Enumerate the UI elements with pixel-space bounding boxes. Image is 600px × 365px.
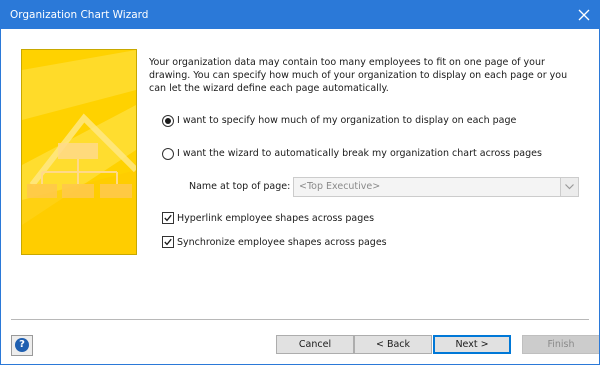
cancel-button[interactable]: Cancel bbox=[276, 335, 354, 354]
checkbox-hyperlink-label: Hyperlink employee shapes across pages bbox=[177, 213, 375, 224]
help-icon: ? bbox=[15, 338, 29, 352]
chevron-down-icon bbox=[565, 184, 574, 190]
help-button[interactable]: ? bbox=[11, 335, 33, 356]
title-bar: Organization Chart Wizard bbox=[1, 1, 599, 29]
dropdown-button[interactable] bbox=[560, 178, 578, 196]
wizard-description: Your organization data may contain too m… bbox=[149, 57, 568, 94]
close-icon bbox=[578, 9, 590, 21]
radio-selected-dot bbox=[165, 118, 171, 124]
checkbox-hyperlink-box[interactable] bbox=[162, 212, 174, 224]
option-auto-break-label: I want the wizard to automatically break… bbox=[177, 148, 542, 159]
radio-auto-break[interactable] bbox=[162, 148, 174, 160]
org-chart-illustration bbox=[21, 49, 137, 255]
org-chart-art-icon bbox=[22, 50, 136, 254]
back-button[interactable]: < Back bbox=[354, 335, 432, 354]
checkbox-synchronize-label: Synchronize employee shapes across pages bbox=[177, 237, 387, 248]
next-button[interactable]: Next > bbox=[433, 335, 511, 354]
finish-button[interactable]: Finish bbox=[522, 335, 599, 354]
option-specify-manually-label: I want to specify how much of my organiz… bbox=[177, 115, 517, 126]
footer-divider bbox=[11, 319, 589, 320]
name-at-top-label: Name at top of page: bbox=[189, 181, 291, 192]
radio-specify-manually[interactable] bbox=[162, 115, 174, 127]
checkmark-icon bbox=[164, 238, 172, 246]
window-title: Organization Chart Wizard bbox=[10, 9, 149, 21]
checkmark-icon bbox=[164, 214, 172, 222]
close-button[interactable] bbox=[569, 1, 599, 29]
organization-chart-wizard-dialog: Organization Chart Wizard Your organizat… bbox=[0, 0, 600, 365]
checkbox-synchronize-box[interactable] bbox=[162, 236, 174, 248]
name-at-top-value: <Top Executive> bbox=[299, 181, 381, 192]
name-at-top-select[interactable]: <Top Executive> bbox=[293, 177, 579, 197]
